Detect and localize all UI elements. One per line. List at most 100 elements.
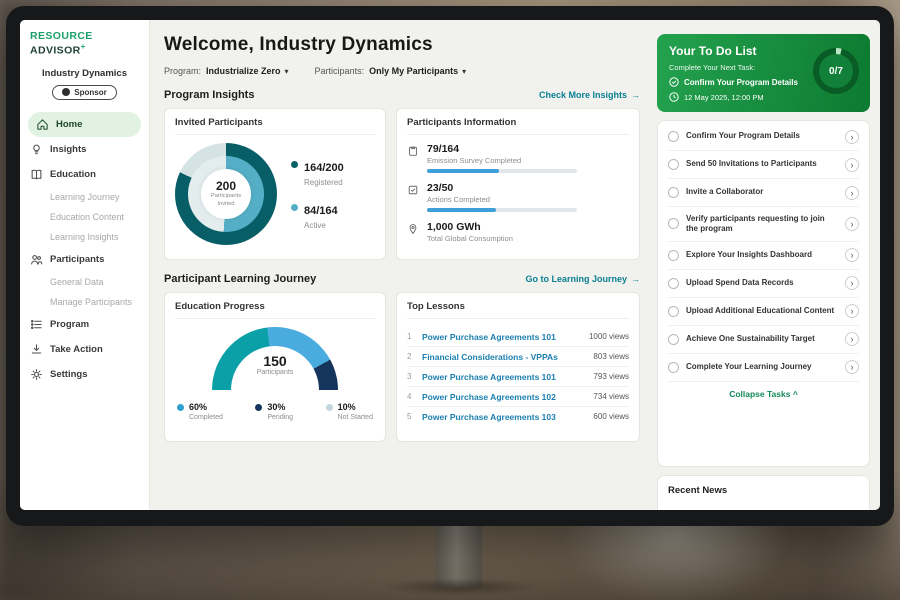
lesson-title-link[interactable]: Power Purchase Agreements 102 <box>422 392 593 402</box>
task-checkbox[interactable] <box>668 131 679 142</box>
lesson-rank: 2 <box>407 352 422 361</box>
task-row-achieve-target[interactable]: Achieve One Sustainability Target › <box>668 326 859 354</box>
stat-global-consumption: 1,000 GWh Total Global Consumption <box>407 221 629 243</box>
legend-label: Registered <box>304 178 344 187</box>
donut-legend: 164/200 Registered 84/164 Active <box>291 158 344 230</box>
chevron-right-icon[interactable]: › <box>845 304 859 318</box>
lesson-rank: 4 <box>407 392 422 401</box>
task-row-explore-insights[interactable]: Explore Your Insights Dashboard › <box>668 242 859 270</box>
chevron-down-icon: ▾ <box>285 67 289 76</box>
task-checkbox[interactable] <box>668 306 679 317</box>
sidebar-item-education[interactable]: Education <box>20 162 149 187</box>
sidebar-item-settings[interactable]: Settings <box>20 362 149 387</box>
legend-dot <box>177 404 184 411</box>
sidebar-item-education-content[interactable]: Education Content <box>20 207 149 227</box>
sidebar-item-general-data[interactable]: General Data <box>20 272 149 292</box>
sidebar-item-insights[interactable]: Insights <box>20 137 149 162</box>
task-row-upload-educational-content[interactable]: Upload Additional Educational Content › <box>668 298 859 326</box>
progress-bar-fill <box>427 208 496 212</box>
monitor-bezel: RESOURCE ADVISOR+ Industry Dynamics Spon… <box>6 6 894 526</box>
task-row-confirm-program[interactable]: Confirm Your Program Details › <box>668 123 859 151</box>
sidebar-item-learning-journey[interactable]: Learning Journey <box>20 187 149 207</box>
lesson-row: 1 Power Purchase Agreements 101 1000 vie… <box>407 327 629 347</box>
page-title: Welcome, Industry Dynamics <box>164 34 640 56</box>
task-label: Achieve One Sustainability Target <box>686 334 838 344</box>
stat-value: 1,000 GWh <box>427 221 513 233</box>
lesson-views: 600 views <box>593 412 629 421</box>
chevron-right-icon[interactable]: › <box>845 332 859 346</box>
task-checkbox[interactable] <box>668 187 679 198</box>
sidebar-item-take-action[interactable]: Take Action <box>20 337 149 362</box>
task-row-complete-learning-journey[interactable]: Complete Your Learning Journey › <box>668 354 859 382</box>
task-row-upload-spend-data[interactable]: Upload Spend Data Records › <box>668 270 859 298</box>
filter-bar: Program: Industrialize Zero ▾ Participan… <box>164 66 640 76</box>
sidebar-item-participants[interactable]: Participants <box>20 247 149 272</box>
gear-icon <box>30 368 43 381</box>
sidebar-item-manage-participants[interactable]: Manage Participants <box>20 292 149 312</box>
lesson-title-link[interactable]: Power Purchase Agreements 103 <box>422 412 593 422</box>
program-filter[interactable]: Program: Industrialize Zero ▾ <box>164 66 289 76</box>
progress-bar <box>427 169 577 173</box>
task-label: Invite a Collaborator <box>686 187 838 197</box>
chevron-right-icon[interactable]: › <box>845 360 859 374</box>
sidebar-item-home[interactable]: Home <box>28 112 141 137</box>
person-icon <box>62 88 70 96</box>
gauge-center-label: Participants <box>212 369 338 376</box>
program-insights-header: Program Insights Check More Insights → <box>164 89 640 101</box>
chevron-right-icon[interactable]: › <box>845 186 859 200</box>
chevron-right-icon[interactable]: › <box>845 158 859 172</box>
lesson-title-link[interactable]: Power Purchase Agreements 101 <box>422 332 589 342</box>
task-checkbox[interactable] <box>668 218 679 229</box>
learning-journey-header: Participant Learning Journey Go to Learn… <box>164 273 640 285</box>
task-row-verify-participants[interactable]: Verify participants requesting to join t… <box>668 207 859 242</box>
chevron-right-icon[interactable]: › <box>845 276 859 290</box>
education-gauge-chart: 150 Participants <box>212 327 338 390</box>
check-more-insights-link[interactable]: Check More Insights → <box>539 90 640 100</box>
chevron-right-icon[interactable]: › <box>845 248 859 262</box>
lesson-title-link[interactable]: Financial Considerations - VPPAs <box>422 352 593 362</box>
sidebar-item-label: Take Action <box>50 344 103 355</box>
task-checkbox[interactable] <box>668 334 679 345</box>
chevron-right-icon[interactable]: › <box>845 217 859 231</box>
download-icon <box>30 343 43 356</box>
chevron-down-icon: ▾ <box>462 67 466 76</box>
legend-item-not-started: 10% Not Started <box>326 402 373 421</box>
sidebar-item-label: Participants <box>50 254 104 265</box>
task-row-send-invitations[interactable]: Send 50 Invitations to Participants › <box>668 151 859 179</box>
invited-participants-card: Invited Participants 200 Participants In… <box>164 108 386 260</box>
task-label: Confirm Your Program Details <box>686 131 838 141</box>
task-row-invite-collaborator[interactable]: Invite a Collaborator › <box>668 179 859 207</box>
recent-news-title: Recent News <box>668 485 727 496</box>
legend-dot <box>291 161 298 168</box>
task-checkbox[interactable] <box>668 278 679 289</box>
chevron-right-icon[interactable]: › <box>845 130 859 144</box>
insights-icon <box>30 143 43 156</box>
task-checkbox[interactable] <box>668 362 679 373</box>
task-label: Send 50 Invitations to Participants <box>686 159 838 169</box>
insights-cards-row: Invited Participants 200 Participants In… <box>164 108 640 260</box>
recent-news-card: Recent News <box>657 475 870 510</box>
todo-hero-card: Your To Do List Complete Your Next Task:… <box>657 34 870 112</box>
legend-pct: 60% <box>189 402 223 412</box>
list-icon <box>30 318 43 331</box>
task-checkbox[interactable] <box>668 250 679 261</box>
link-label: Check More Insights <box>539 90 627 100</box>
people-icon <box>30 253 43 266</box>
participants-information-card: Participants Information 79/164 Emission… <box>396 108 640 260</box>
org-name: Industry Dynamics <box>20 68 149 79</box>
sidebar-item-learning-insights[interactable]: Learning Insights <box>20 227 149 247</box>
resource-advisor-logo: RESOURCE ADVISOR+ <box>20 30 149 57</box>
sidebar-item-program[interactable]: Program <box>20 312 149 337</box>
legend-pct: 10% <box>338 402 373 412</box>
clock-icon <box>669 92 679 102</box>
collapse-tasks-link[interactable]: Collapse Tasks ^ <box>668 382 859 407</box>
lesson-row: 5 Power Purchase Agreements 103 600 view… <box>407 407 629 426</box>
sidebar-item-label: Program <box>50 319 89 330</box>
lesson-views: 734 views <box>593 392 629 401</box>
lesson-title-link[interactable]: Power Purchase Agreements 101 <box>422 372 593 382</box>
collapse-label: Collapse Tasks <box>729 389 790 399</box>
task-checkbox[interactable] <box>668 159 679 170</box>
go-to-learning-journey-link[interactable]: Go to Learning Journey → <box>525 274 640 284</box>
participants-filter[interactable]: Participants: Only My Participants ▾ <box>315 66 467 76</box>
todo-due-label: 12 May 2025, 12:00 PM <box>684 93 764 102</box>
